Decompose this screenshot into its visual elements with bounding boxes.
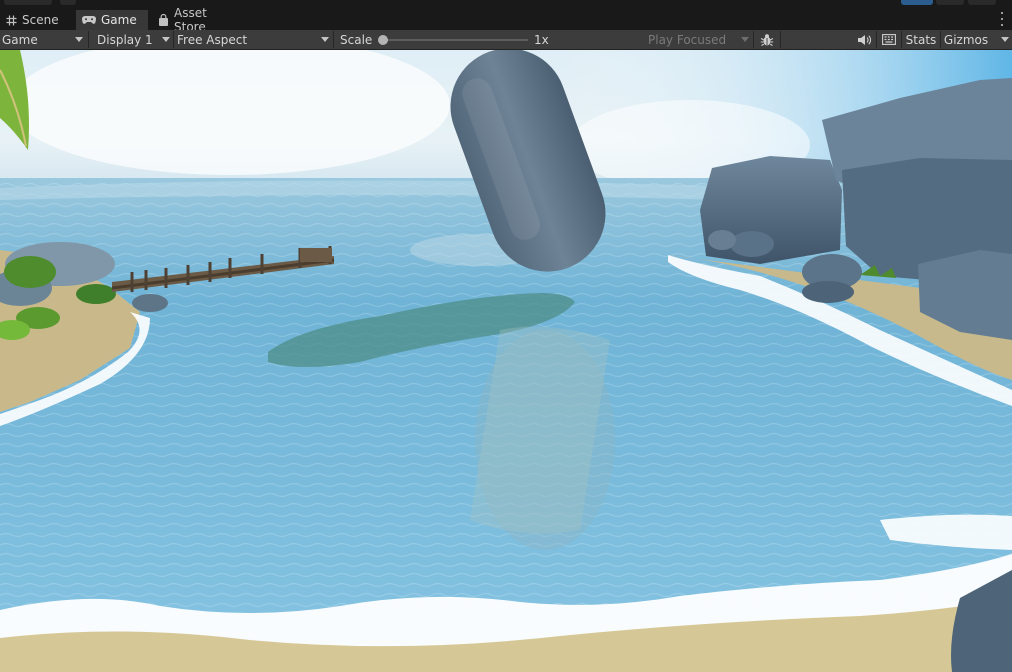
tab-scene[interactable]: Scene bbox=[0, 10, 74, 30]
shopping-bag-icon bbox=[158, 14, 169, 26]
chevron-down-icon bbox=[321, 37, 329, 42]
play-mode-select-value: Play Focused bbox=[648, 32, 727, 47]
display-select-value: Display 1 bbox=[97, 32, 153, 47]
kebab-menu-icon[interactable] bbox=[1000, 12, 1004, 26]
gizmos-label: Gizmos bbox=[943, 32, 989, 47]
divider bbox=[753, 31, 754, 48]
speaker-icon[interactable] bbox=[852, 30, 876, 49]
chevron-down-icon bbox=[162, 37, 170, 42]
top-button[interactable] bbox=[936, 0, 964, 5]
game-viewport[interactable] bbox=[0, 50, 1012, 672]
gizmos-dropdown[interactable] bbox=[991, 30, 1012, 49]
scale-label: Scale bbox=[338, 30, 378, 49]
play-mode-select[interactable]: Play Focused bbox=[646, 30, 752, 49]
scale-slider-track[interactable] bbox=[380, 39, 528, 41]
scale-label-text: Scale bbox=[340, 32, 373, 47]
scale-value-text: 1x bbox=[534, 32, 549, 47]
top-button-active[interactable] bbox=[901, 0, 933, 5]
view-select[interactable]: Game bbox=[0, 30, 86, 49]
tab-label: Scene bbox=[22, 13, 59, 27]
chevron-down-icon bbox=[75, 37, 83, 42]
divider bbox=[333, 31, 334, 48]
tab-game[interactable]: Game bbox=[76, 10, 148, 30]
bug-icon[interactable] bbox=[756, 30, 778, 49]
top-button[interactable] bbox=[968, 0, 996, 5]
window-top-strip bbox=[0, 0, 1012, 10]
chevron-down-icon bbox=[1001, 37, 1009, 42]
gamepad-icon bbox=[82, 15, 96, 25]
divider bbox=[173, 31, 174, 48]
display-select[interactable]: Display 1 bbox=[95, 30, 173, 49]
divider bbox=[876, 31, 877, 48]
stats-button[interactable]: Stats bbox=[902, 30, 940, 49]
aspect-select[interactable]: Free Aspect bbox=[175, 30, 332, 49]
game-render bbox=[0, 50, 1012, 672]
view-select-value: Game bbox=[2, 32, 38, 47]
aspect-select-value: Free Aspect bbox=[177, 32, 248, 47]
top-button[interactable] bbox=[60, 0, 76, 5]
scale-slider-handle[interactable] bbox=[378, 35, 388, 45]
top-button[interactable] bbox=[4, 0, 52, 5]
divider bbox=[780, 31, 781, 48]
editor-tab-bar: Scene Game Asset Store bbox=[0, 6, 1012, 34]
gizmos-button[interactable]: Gizmos bbox=[941, 30, 991, 49]
grid-icon bbox=[6, 15, 17, 26]
scale-value: 1x bbox=[532, 30, 556, 49]
stats-label: Stats bbox=[905, 32, 937, 47]
divider bbox=[88, 31, 89, 48]
tab-asset-store[interactable]: Asset Store bbox=[152, 6, 248, 34]
chevron-down-icon bbox=[741, 37, 749, 42]
tab-label: Game bbox=[101, 13, 137, 27]
keyboard-grid-icon[interactable] bbox=[878, 30, 900, 49]
